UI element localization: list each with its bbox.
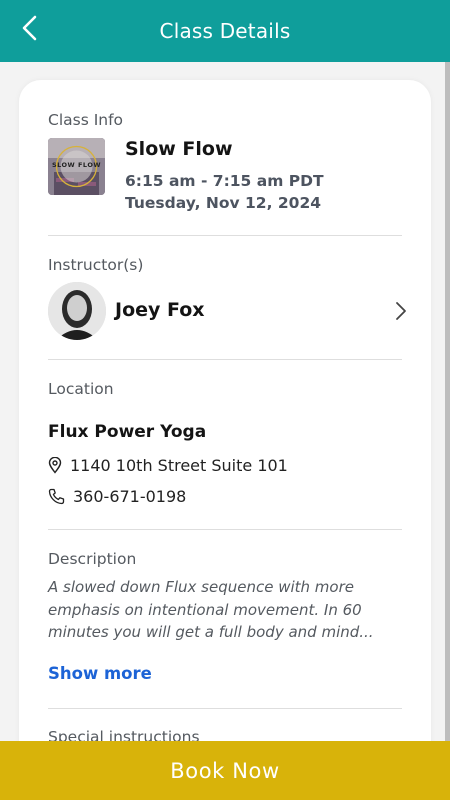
class-thumbnail: SLOW FLOW <box>48 138 105 195</box>
divider <box>48 708 402 709</box>
class-time: 6:15 am - 7:15 am PDT <box>125 172 324 190</box>
avatar <box>48 282 106 340</box>
divider <box>48 529 402 530</box>
class-info-label: Class Info <box>48 111 124 129</box>
address-text: 1140 10th Street Suite 101 <box>70 456 288 475</box>
divider <box>48 235 402 236</box>
phone-line[interactable]: 360-671-0198 <box>48 487 186 506</box>
instructor-photo <box>48 282 106 340</box>
page-title: Class Details <box>159 19 291 43</box>
scrollbar[interactable] <box>445 62 450 742</box>
instructor-row[interactable]: Joey Fox <box>48 282 408 340</box>
phone-text: 360-671-0198 <box>73 487 187 506</box>
thumbnail-text: SLOW FLOW <box>51 161 102 169</box>
book-now-label: Book Now <box>170 758 280 783</box>
instructor-name: Joey Fox <box>115 299 205 321</box>
address-line[interactable]: 1140 10th Street Suite 101 <box>48 456 288 475</box>
back-button[interactable] <box>14 12 46 44</box>
top-app-bar: Class Details <box>0 0 450 62</box>
chevron-left-icon <box>22 15 37 41</box>
instructor-label: Instructor(s) <box>48 256 144 274</box>
location-label: Location <box>48 380 114 398</box>
description-text: A slowed down Flux sequence with more em… <box>48 578 374 641</box>
show-more-link[interactable]: Show more <box>48 664 152 683</box>
class-date: Tuesday, Nov 12, 2024 <box>125 194 322 212</box>
chevron-right-icon <box>396 302 406 320</box>
book-now-button[interactable]: Book Now <box>0 741 450 800</box>
location-pin-icon <box>48 457 62 474</box>
class-name: Slow Flow <box>125 138 233 160</box>
phone-icon <box>48 488 65 505</box>
class-details-card: Class Info SLOW FLOW Slow Flow 6:15 am -… <box>19 80 431 780</box>
location-name: Flux Power Yoga <box>48 422 207 442</box>
description-label: Description <box>48 550 137 568</box>
divider <box>48 359 402 360</box>
